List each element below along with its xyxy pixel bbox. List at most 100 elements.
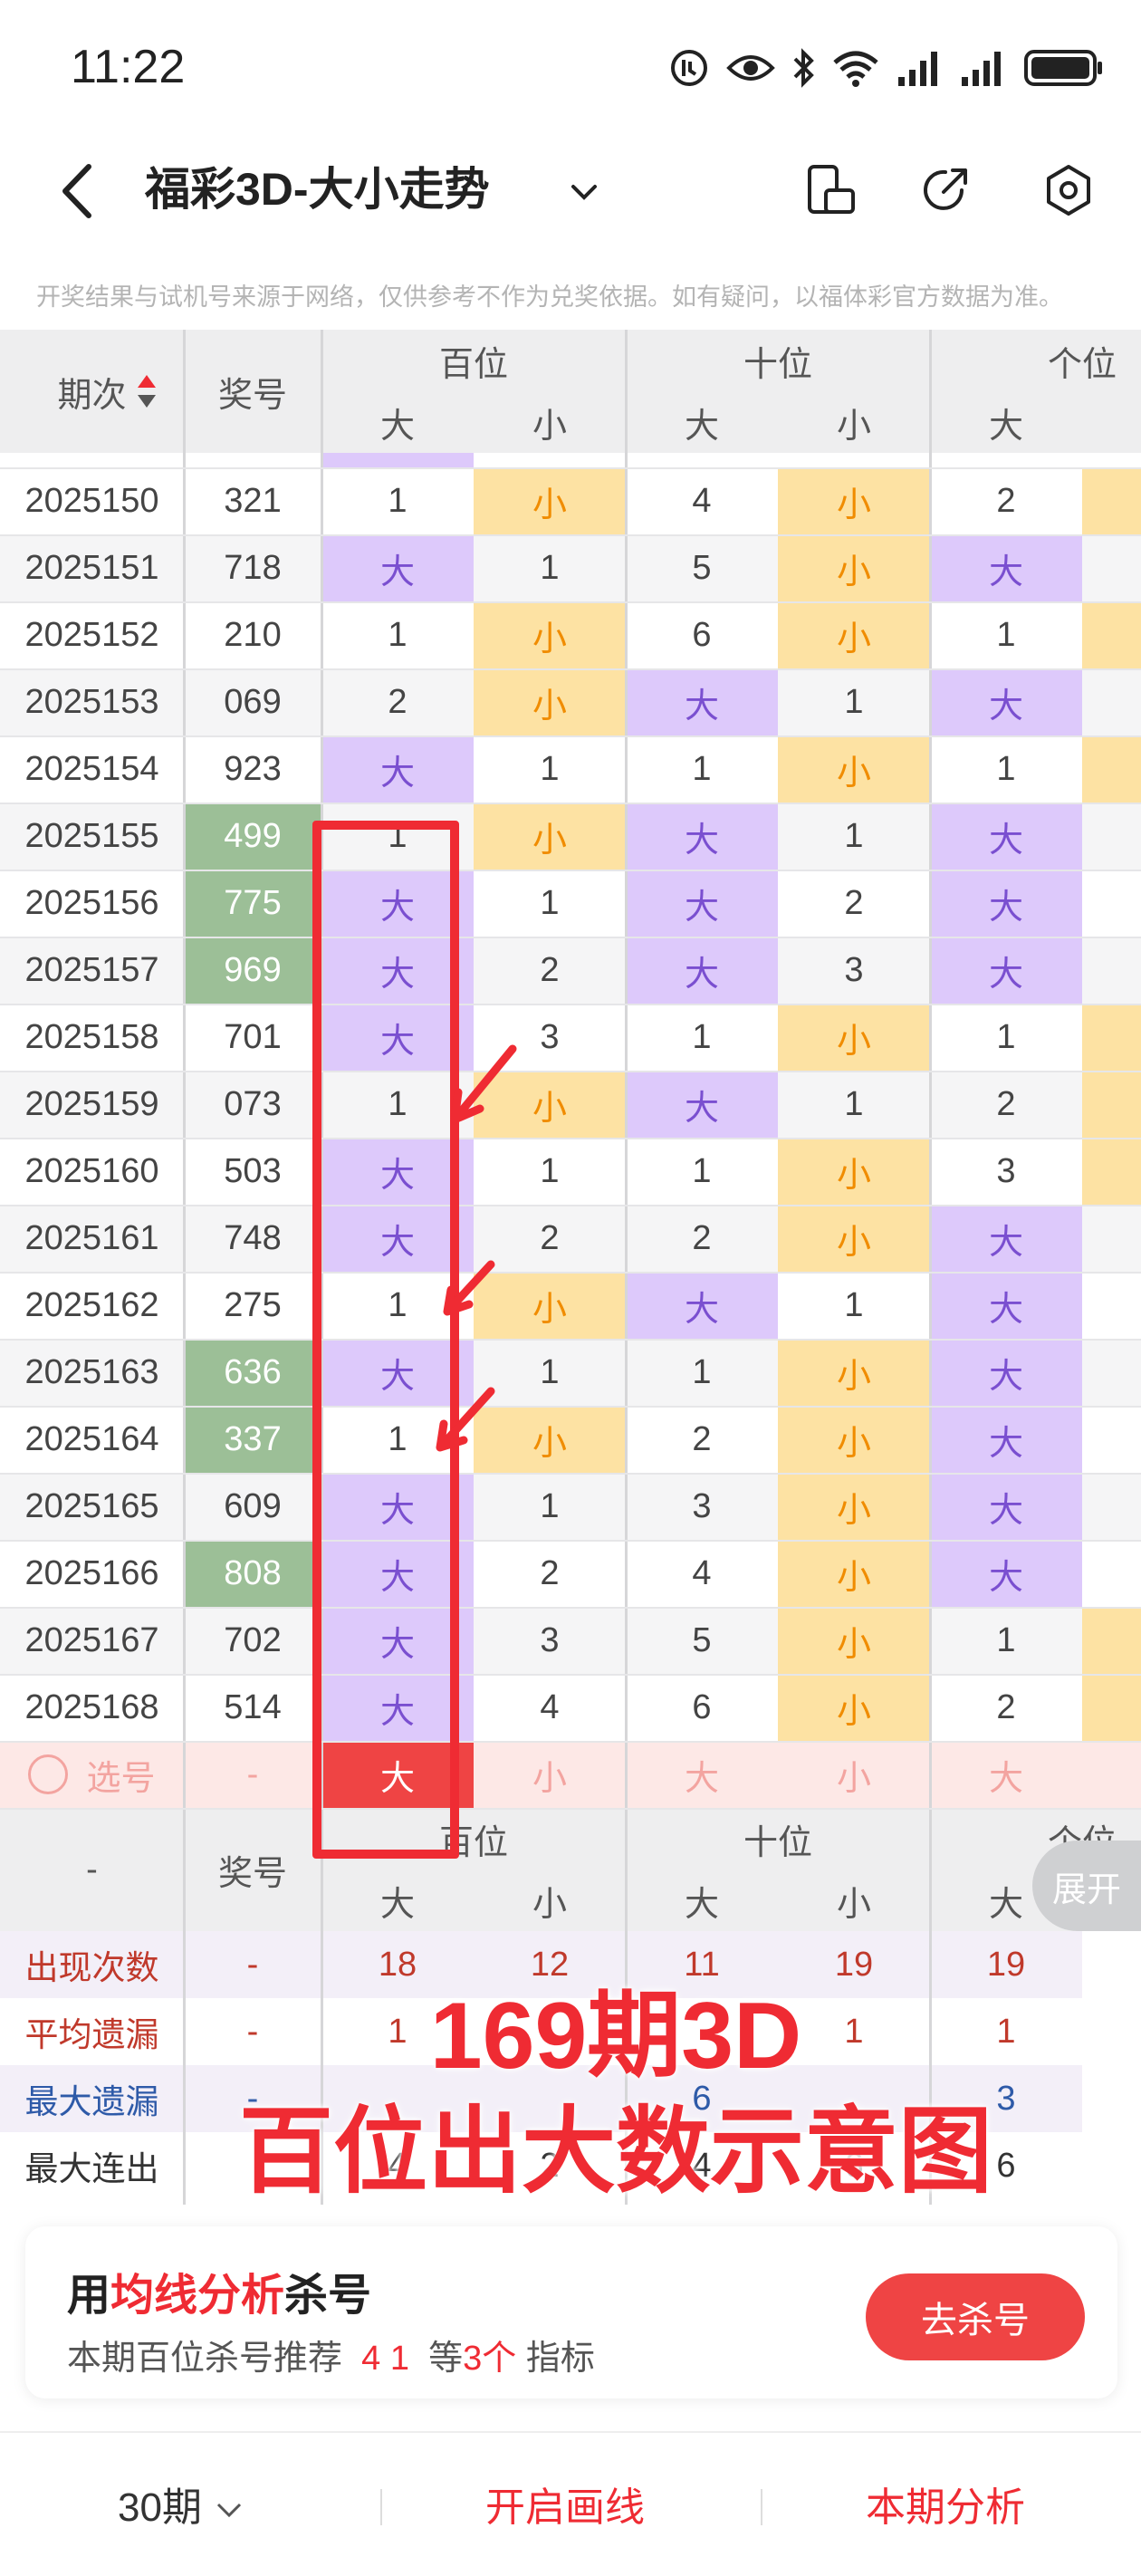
trend-cell: 1 bbox=[778, 1272, 930, 1339]
kill-number-card[interactable]: 用均线分析杀号 本期百位杀号推荐 4 1 等3个 指标 去杀号 bbox=[25, 2226, 1117, 2398]
trend-cell-partial bbox=[1082, 1004, 1141, 1071]
select-cell[interactable]: 大 bbox=[626, 1741, 778, 1808]
signal-icon-1 bbox=[898, 52, 937, 86]
trend-cell: 小 bbox=[778, 1004, 930, 1071]
trend-cell-partial bbox=[1082, 1205, 1141, 1272]
draw-line-button[interactable]: 开启画线 bbox=[485, 2475, 645, 2533]
sort-icon[interactable] bbox=[136, 373, 158, 409]
column-divider bbox=[625, 330, 628, 2205]
select-row-label[interactable]: 选号 bbox=[0, 1741, 184, 1808]
trend-cell: 1 bbox=[930, 1607, 1082, 1674]
number-cell: 923 bbox=[184, 735, 321, 803]
signal-icon-2 bbox=[962, 52, 1001, 86]
trend-cell: 1 bbox=[474, 534, 626, 601]
back-icon[interactable] bbox=[54, 159, 100, 223]
settings-icon[interactable] bbox=[1040, 161, 1098, 219]
select-cell[interactable]: 小 bbox=[474, 1741, 626, 1808]
stat-dash: - bbox=[184, 1931, 321, 1998]
kill-number-button[interactable]: 去杀号 bbox=[866, 2273, 1085, 2360]
trend-cell: 小 bbox=[778, 1406, 930, 1473]
trend-cell-partial bbox=[1082, 803, 1141, 870]
trend-cell: 6 bbox=[626, 1674, 778, 1741]
red-arrow-2 bbox=[443, 1260, 495, 1316]
status-icons bbox=[668, 43, 1105, 92]
select-cell[interactable]: 大 bbox=[930, 1741, 1082, 1808]
trend-table: 期次奖号百位大小十位大小个位大小20251503211小4小2202515171… bbox=[0, 330, 1141, 2205]
share-icon[interactable] bbox=[916, 161, 974, 219]
trend-cell: 1 bbox=[474, 1473, 626, 1540]
stat-value: 1 bbox=[930, 1998, 1082, 2065]
trend-cell: 大 bbox=[930, 803, 1082, 870]
trend-cell-partial bbox=[1082, 937, 1141, 1004]
bottom-bar: 30期 开启画线 本期分析 bbox=[0, 2431, 1141, 2576]
number-cell: 514 bbox=[184, 1674, 321, 1741]
select-cell[interactable]: 小 bbox=[778, 1741, 930, 1808]
red-arrow-3 bbox=[436, 1387, 495, 1452]
trend-cell: 1 bbox=[474, 1138, 626, 1205]
period-cell: 2025167 bbox=[0, 1607, 184, 1674]
eye-icon bbox=[726, 55, 775, 81]
footer-sub-header: 小 bbox=[474, 1870, 626, 1931]
row-divider bbox=[0, 870, 1141, 871]
period-selector[interactable]: 30期 bbox=[118, 2475, 245, 2533]
stat-label: 平均遗漏 bbox=[0, 1998, 184, 2065]
row-divider bbox=[0, 803, 1141, 804]
trend-cell-partial bbox=[1082, 1473, 1141, 1540]
sub-header-2-1: 小 bbox=[1082, 391, 1141, 453]
trend-cell-partial bbox=[1082, 1138, 1141, 1205]
number-cell: 701 bbox=[184, 1004, 321, 1071]
period-cell: 2025157 bbox=[0, 937, 184, 1004]
trend-cell: 大 bbox=[626, 803, 778, 870]
select-circle-icon[interactable] bbox=[28, 1754, 69, 1794]
trend-cell: 小 bbox=[474, 601, 626, 668]
period-cell: 2025152 bbox=[0, 601, 184, 668]
page-title[interactable]: 福彩3D-大小走势 bbox=[145, 158, 490, 221]
orientation-icon[interactable] bbox=[802, 161, 860, 219]
trend-cell-partial bbox=[1082, 534, 1141, 601]
trend-cell: 大 bbox=[626, 870, 778, 937]
status-time: 11:22 bbox=[71, 41, 186, 93]
row-divider bbox=[0, 1138, 1141, 1139]
expand-button[interactable]: 展开 bbox=[1032, 1841, 1141, 1931]
chevron-down-icon[interactable] bbox=[566, 174, 602, 210]
period-analysis-button[interactable]: 本期分析 bbox=[866, 2475, 1025, 2533]
trend-cell: 1 bbox=[930, 1004, 1082, 1071]
divider bbox=[761, 2489, 762, 2525]
trend-cell: 3 bbox=[626, 1473, 778, 1540]
trend-cell: 1 bbox=[778, 1071, 930, 1138]
stat-label: 最大遗漏 bbox=[0, 2065, 184, 2132]
trend-cell: 1 bbox=[321, 467, 474, 534]
trend-cell: 1 bbox=[778, 668, 930, 735]
trend-cell: 6 bbox=[626, 601, 778, 668]
trend-cell: 大 bbox=[930, 668, 1082, 735]
number-cell: 775 bbox=[184, 870, 321, 937]
number-cell: 321 bbox=[184, 467, 321, 534]
card-subtitle: 本期百位杀号推荐 4 1 等3个 指标 bbox=[67, 2330, 595, 2379]
number-cell: 609 bbox=[184, 1473, 321, 1540]
card-sub-pre: 本期百位杀号推荐 bbox=[67, 2340, 343, 2378]
number-cell: 275 bbox=[184, 1272, 321, 1339]
trend-cell: 小 bbox=[778, 735, 930, 803]
number-cell: 503 bbox=[184, 1138, 321, 1205]
trend-cell: 1 bbox=[626, 1339, 778, 1406]
battery-icon bbox=[1024, 50, 1102, 86]
trend-cell: 4 bbox=[474, 1674, 626, 1741]
period-cell: 2025151 bbox=[0, 534, 184, 601]
number-cell: 499 bbox=[184, 803, 321, 870]
number-cell: 718 bbox=[184, 534, 321, 601]
bluetooth-icon bbox=[793, 48, 814, 88]
trend-cell: 小 bbox=[474, 668, 626, 735]
trend-cell: 2 bbox=[626, 1205, 778, 1272]
trend-cell-partial bbox=[1082, 1071, 1141, 1138]
row-divider bbox=[0, 1071, 1141, 1072]
trend-cell: 大 bbox=[930, 534, 1082, 601]
period-cell: 2025168 bbox=[0, 1674, 184, 1741]
row-divider bbox=[0, 1339, 1141, 1341]
period-cell: 2025163 bbox=[0, 1339, 184, 1406]
number-cell: 069 bbox=[184, 668, 321, 735]
number-cell: 969 bbox=[184, 937, 321, 1004]
highlight-box bbox=[312, 821, 459, 1859]
row-divider bbox=[0, 1205, 1141, 1206]
trend-cell: 大 bbox=[930, 1473, 1082, 1540]
trend-cell: 大 bbox=[930, 1406, 1082, 1473]
